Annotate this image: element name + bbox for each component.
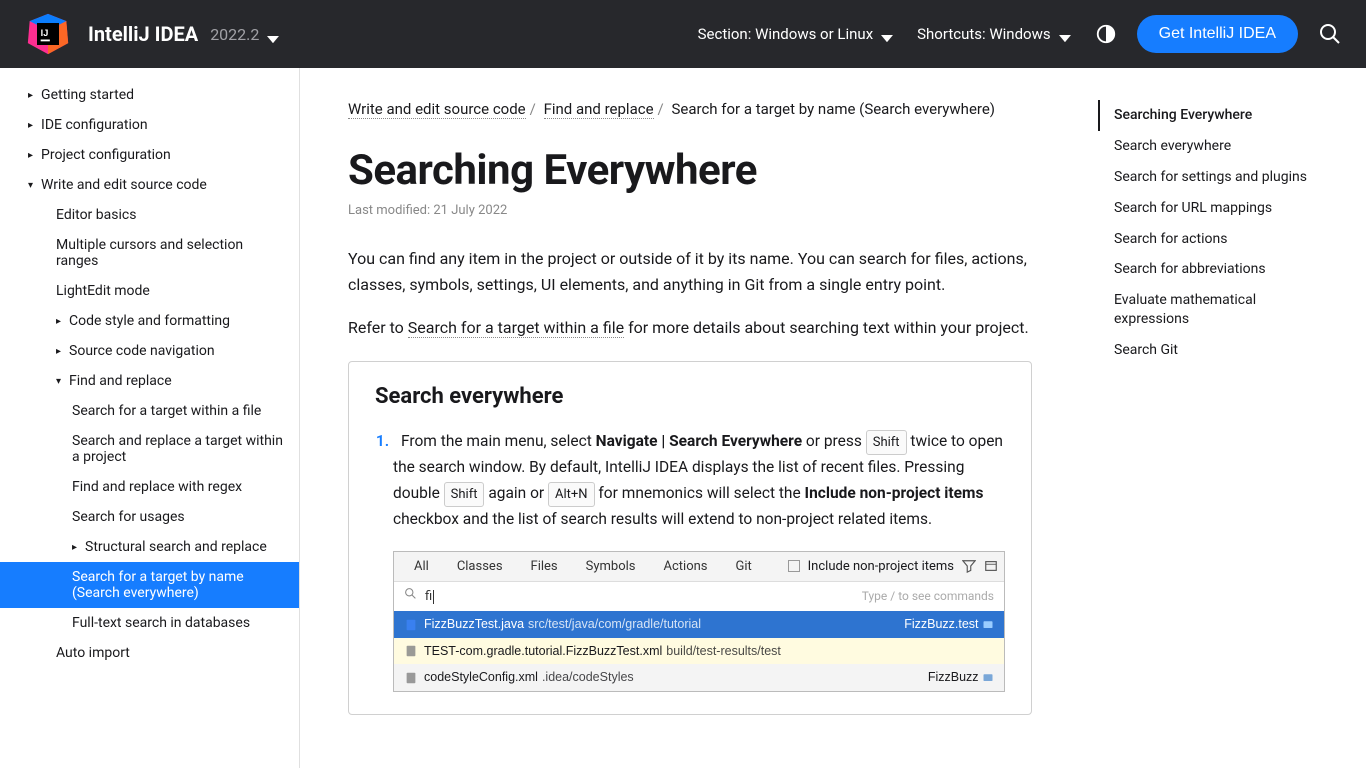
step-item: From the main menu, select Navigate | Se…: [393, 429, 1005, 692]
chevron-down-icon: [1059, 28, 1071, 40]
sidebar-item[interactable]: Search for a target by name (Search ever…: [0, 562, 299, 608]
sidebar-item-label: Editor basics: [56, 207, 136, 223]
section-selector[interactable]: Section: Windows or Linux: [698, 25, 894, 43]
sidebar-item[interactable]: Write and edit source code: [0, 170, 299, 200]
key-alt-n: Alt+N: [548, 482, 595, 507]
intro-paragraph: You can find any item in the project or …: [348, 246, 1032, 297]
sidebar-item-label: Full-text search in databases: [72, 615, 250, 631]
intro-paragraph: Refer to Search for a target within a fi…: [348, 315, 1032, 341]
checkbox-icon: [788, 560, 800, 572]
include-nonproject-label: Include non-project items: [808, 556, 954, 577]
search-hint: Type / to see commands: [862, 587, 994, 607]
result-row: TEST-com.gradle.tutorial.FizzBuzzTest.xm…: [394, 638, 1004, 665]
sidebar-item[interactable]: Find and replace with regex: [0, 472, 299, 502]
sidebar-item[interactable]: Auto import: [0, 638, 299, 668]
inline-link[interactable]: Search for a target within a file: [408, 318, 624, 338]
table-of-contents: Searching EverywhereSearch everywhereSea…: [1080, 68, 1340, 768]
key-shift: Shift: [444, 482, 485, 507]
sidebar-item-label: Source code navigation: [69, 343, 215, 359]
get-ide-button[interactable]: Get IntelliJ IDEA: [1137, 15, 1298, 53]
search-tab: Git: [722, 550, 766, 583]
breadcrumb-current: Search for a target by name (Search ever…: [671, 100, 995, 118]
search-icon: [404, 586, 417, 607]
sidebar-item[interactable]: Source code navigation: [0, 336, 299, 366]
breadcrumbs: Write and edit source code/ Find and rep…: [348, 100, 1032, 118]
sidebar-nav: Getting started IDE configuration Project …: [0, 68, 300, 768]
search-tab: Classes: [443, 550, 517, 583]
sidebar-item-label: Auto import: [56, 645, 130, 661]
section-label: Section: Windows or Linux: [698, 25, 874, 43]
search-tab: Symbols: [572, 550, 650, 583]
sidebar-item[interactable]: Code style and formatting: [0, 306, 299, 336]
sidebar-item[interactable]: Getting started: [0, 80, 299, 110]
search-tab: Actions: [650, 550, 722, 583]
toc-item[interactable]: Search for settings and plugins: [1098, 162, 1316, 193]
toc-item[interactable]: Search Git: [1098, 335, 1316, 366]
sidebar-item[interactable]: Search and replace a target within a pro…: [0, 426, 299, 472]
version-label: 2022.2: [210, 25, 259, 44]
toc-item[interactable]: Search for actions: [1098, 224, 1316, 255]
chevron-down-icon: [881, 28, 893, 40]
shortcuts-selector[interactable]: Shortcuts: Windows: [917, 25, 1070, 43]
sidebar-item-label: IDE configuration: [41, 117, 148, 133]
file-icon: [404, 618, 418, 632]
sidebar-item-label: Find and replace with regex: [72, 479, 242, 495]
version-dropdown-icon[interactable]: [267, 28, 279, 40]
sidebar-item-label: Find and replace: [69, 373, 172, 389]
sidebar-item[interactable]: IDE configuration: [0, 110, 299, 140]
sidebar-item-label: Structural search and replace: [85, 539, 267, 555]
sidebar-item[interactable]: Find and replace: [0, 366, 299, 396]
file-icon: [404, 644, 418, 658]
sidebar-item[interactable]: Search for usages: [0, 502, 299, 532]
svg-text:IJ: IJ: [41, 28, 49, 38]
sidebar-item-label: Project configuration: [41, 147, 171, 163]
open-window-icon: [984, 559, 998, 573]
product-name[interactable]: IntelliJ IDEA: [88, 22, 198, 46]
result-row: FizzBuzzTest.java src/test/java/com/grad…: [394, 611, 1004, 638]
sidebar-item-label: Getting started: [41, 87, 134, 103]
section-heading: Search everywhere: [375, 384, 1005, 409]
top-header: IJ IntelliJ IDEA 2022.2 Section: Windows…: [0, 0, 1366, 68]
sidebar-item[interactable]: Full-text search in databases: [0, 608, 299, 638]
last-modified: Last modified: 21 July 2022: [348, 203, 1032, 218]
toc-item[interactable]: Searching Everywhere: [1098, 100, 1316, 131]
sidebar-item[interactable]: Project configuration: [0, 140, 299, 170]
sidebar-item[interactable]: LightEdit mode: [0, 276, 299, 306]
sidebar-item-label: Search for a target by name (Search ever…: [72, 569, 283, 601]
sidebar-item-label: LightEdit mode: [56, 283, 150, 299]
toc-item[interactable]: Search for abbreviations: [1098, 254, 1316, 285]
file-icon: [404, 671, 418, 685]
result-row: codeStyleConfig.xml .idea/codeStylesFizz…: [394, 664, 1004, 691]
filter-icon: [962, 559, 976, 573]
sidebar-item-label: Write and edit source code: [41, 177, 207, 193]
sidebar-item[interactable]: Multiple cursors and selection ranges: [0, 230, 299, 276]
toc-item[interactable]: Search for URL mappings: [1098, 193, 1316, 224]
shortcuts-label: Shortcuts: Windows: [917, 25, 1050, 43]
sidebar-item-label: Code style and formatting: [69, 313, 230, 329]
toc-item[interactable]: Search everywhere: [1098, 131, 1316, 162]
breadcrumb-link[interactable]: Find and replace: [544, 100, 654, 119]
sidebar-item[interactable]: Search for a target within a file: [0, 396, 299, 426]
main-content: Write and edit source code/ Find and rep…: [300, 68, 1080, 768]
search-tab: Files: [517, 550, 572, 583]
search-tab: All: [400, 550, 443, 583]
sidebar-item-label: Multiple cursors and selection ranges: [56, 237, 283, 269]
sidebar-item[interactable]: Structural search and replace: [0, 532, 299, 562]
search-everywhere-screenshot: AllClassesFilesSymbolsActionsGit Include…: [393, 551, 1005, 692]
procedure-section: Search everywhere From the main menu, se…: [348, 361, 1032, 715]
sidebar-item-label: Search and replace a target within a pro…: [72, 433, 283, 465]
sidebar-item[interactable]: Editor basics: [0, 200, 299, 230]
page-title: Searching Everywhere: [348, 146, 1032, 195]
product-logo[interactable]: IJ: [24, 10, 72, 58]
breadcrumb-link[interactable]: Write and edit source code: [348, 100, 526, 119]
sidebar-item-label: Search for a target within a file: [72, 403, 261, 419]
search-query: fi: [425, 586, 432, 607]
search-icon[interactable]: [1318, 22, 1342, 46]
toc-item[interactable]: Evaluate mathematical expressions: [1098, 285, 1316, 335]
theme-toggle-icon[interactable]: [1095, 23, 1117, 45]
key-shift: Shift: [866, 430, 907, 455]
sidebar-item-label: Search for usages: [72, 509, 185, 525]
